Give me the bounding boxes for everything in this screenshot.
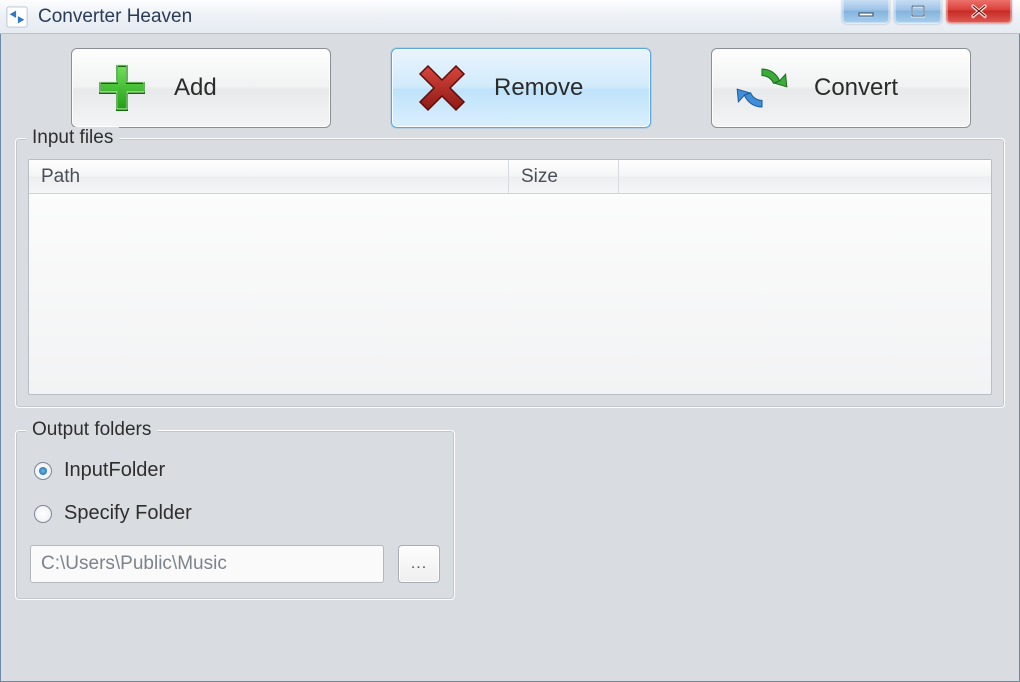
refresh-icon <box>734 60 790 116</box>
close-button[interactable] <box>946 0 1012 24</box>
radio-icon <box>34 505 52 523</box>
input-files-header: Path Size <box>29 160 991 194</box>
convert-button[interactable]: Convert <box>711 48 971 128</box>
output-path-row: ... <box>30 545 440 583</box>
input-files-legend: Input files <box>26 127 119 149</box>
plus-icon <box>94 60 150 116</box>
column-header-size[interactable]: Size <box>509 160 619 193</box>
column-header-spacer <box>619 160 991 193</box>
input-files-group: Input files Path Size <box>15 138 1005 408</box>
window-controls <box>838 0 1012 24</box>
radio-specify-folder-label: Specify Folder <box>64 502 192 525</box>
app-icon <box>6 6 28 28</box>
radio-input-folder-label: InputFolder <box>64 459 165 482</box>
remove-button[interactable]: Remove <box>391 48 651 128</box>
input-files-list[interactable]: Path Size <box>28 159 992 395</box>
client-area: Add Remove Convert Input files <box>0 34 1020 682</box>
ellipsis-icon: ... <box>411 555 427 573</box>
browse-button[interactable]: ... <box>398 545 440 583</box>
radio-icon <box>34 462 52 480</box>
title-bar: Converter Heaven <box>0 0 1020 34</box>
convert-button-label: Convert <box>814 74 898 102</box>
minimize-button[interactable] <box>842 0 890 24</box>
column-header-path[interactable]: Path <box>29 160 509 193</box>
radio-specify-folder[interactable]: Specify Folder <box>34 502 440 525</box>
toolbar: Add Remove Convert <box>15 48 1005 128</box>
cross-icon <box>414 60 470 116</box>
radio-input-folder[interactable]: InputFolder <box>34 459 440 482</box>
output-folders-legend: Output folders <box>26 419 157 441</box>
window-title: Converter Heaven <box>38 6 192 28</box>
add-button-label: Add <box>174 74 217 102</box>
output-path-input[interactable] <box>30 545 384 583</box>
maximize-button[interactable] <box>894 0 942 24</box>
add-button[interactable]: Add <box>71 48 331 128</box>
output-folders-group: Output folders InputFolder Specify Folde… <box>15 430 455 600</box>
remove-button-label: Remove <box>494 74 583 102</box>
